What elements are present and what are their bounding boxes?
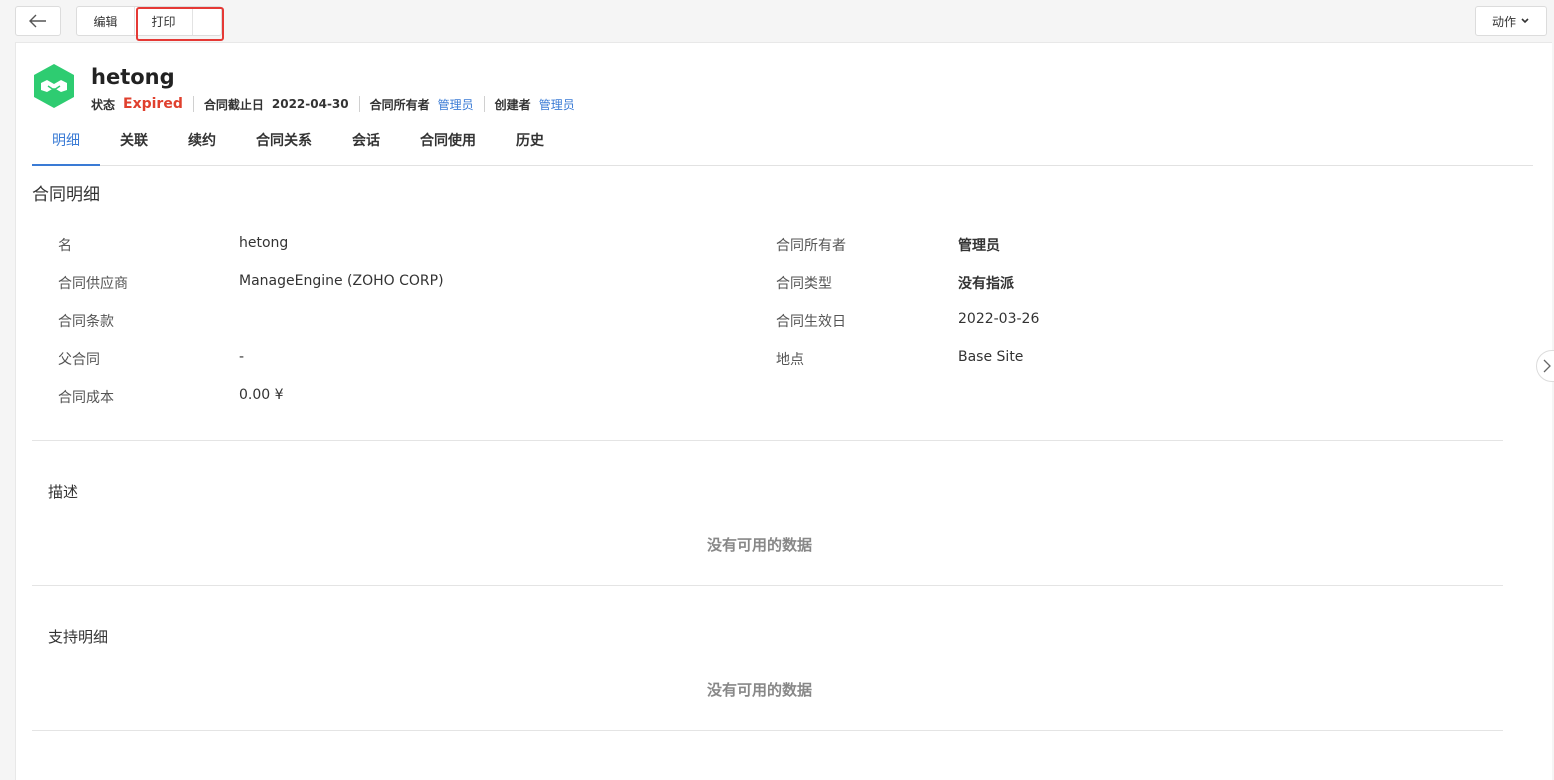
field-label-name: 名	[58, 238, 72, 254]
tab-contract-usage[interactable]: 合同使用	[400, 122, 496, 166]
contract-detail-panel: hetong 状态 Expired 合同截止日 2022-04-30 合同所有者…	[15, 42, 1552, 780]
print-button[interactable]: 打印	[135, 7, 193, 35]
creator-link[interactable]: 管理员	[539, 96, 575, 113]
tab-contract-relations[interactable]: 合同关系	[236, 122, 332, 166]
actions-label: 动作	[1491, 14, 1516, 29]
field-label-type: 合同类型	[776, 276, 832, 292]
tab-associations[interactable]: 关联	[100, 122, 168, 166]
field-value-cost: 0.00 ¥	[239, 387, 284, 403]
field-label-site: 地点	[776, 352, 804, 368]
owner-link[interactable]: 管理员	[438, 96, 474, 113]
tab-bar: 明细 关联 续约 合同关系 会话 合同使用 历史	[32, 122, 1533, 166]
tab-details[interactable]: 明细	[32, 122, 100, 166]
end-date-label: 合同截止日	[203, 97, 264, 112]
section-divider	[32, 585, 1503, 586]
toolbar-button-group: 编辑 打印	[76, 6, 222, 36]
status-label: 状态	[91, 97, 116, 112]
field-value-owner: 管理员	[958, 238, 1000, 254]
contract-meta: 状态 Expired 合同截止日 2022-04-30 合同所有者 管理员 创建…	[91, 96, 575, 112]
field-label-owner: 合同所有者	[776, 238, 846, 254]
section-title: 合同明细	[32, 185, 100, 205]
handshake-icon	[34, 64, 74, 108]
left-gutter	[0, 42, 15, 780]
field-value-type: 没有指派	[958, 276, 1014, 292]
description-empty-text: 没有可用的数据	[706, 536, 812, 554]
tab-conversations[interactable]: 会话	[332, 122, 400, 166]
field-value-name: hetong	[239, 235, 289, 251]
edit-button[interactable]: 编辑	[77, 7, 135, 35]
field-label-parent-contract: 父合同	[58, 352, 100, 368]
field-value-vendor: ManageEngine (ZOHO CORP)	[239, 273, 444, 289]
end-date-value: 2022-04-30	[271, 97, 349, 111]
field-label-terms: 合同条款	[58, 314, 114, 330]
tab-history[interactable]: 历史	[496, 122, 564, 166]
meta-divider	[358, 96, 360, 112]
meta-divider	[192, 96, 194, 112]
back-button[interactable]	[15, 6, 61, 36]
chevron-down-icon	[1521, 18, 1529, 24]
creator-label: 创建者	[494, 97, 531, 112]
meta-divider	[483, 96, 485, 112]
field-value-site: Base Site	[958, 349, 1024, 365]
field-value-parent-contract: -	[239, 349, 245, 365]
field-value-start-date: 2022-03-26	[958, 311, 1040, 327]
tab-renewal[interactable]: 续约	[168, 122, 236, 166]
support-empty-text: 没有可用的数据	[706, 681, 812, 699]
field-label-vendor: 合同供应商	[58, 276, 128, 292]
field-label-start-date: 合同生效日	[776, 314, 846, 330]
page-title: hetong	[91, 65, 175, 89]
support-title: 支持明细	[48, 628, 109, 646]
field-label-cost: 合同成本	[58, 390, 114, 406]
owner-label: 合同所有者	[369, 97, 430, 112]
status-badge: Expired	[123, 96, 183, 112]
description-title: 描述	[48, 483, 79, 501]
top-toolbar: 编辑 打印 动作	[0, 0, 1554, 42]
chevron-right-icon	[1543, 359, 1551, 373]
arrow-left-icon	[29, 14, 46, 28]
section-divider	[32, 730, 1503, 731]
actions-dropdown-button[interactable]: 动作	[1475, 6, 1547, 36]
section-divider	[32, 440, 1503, 441]
